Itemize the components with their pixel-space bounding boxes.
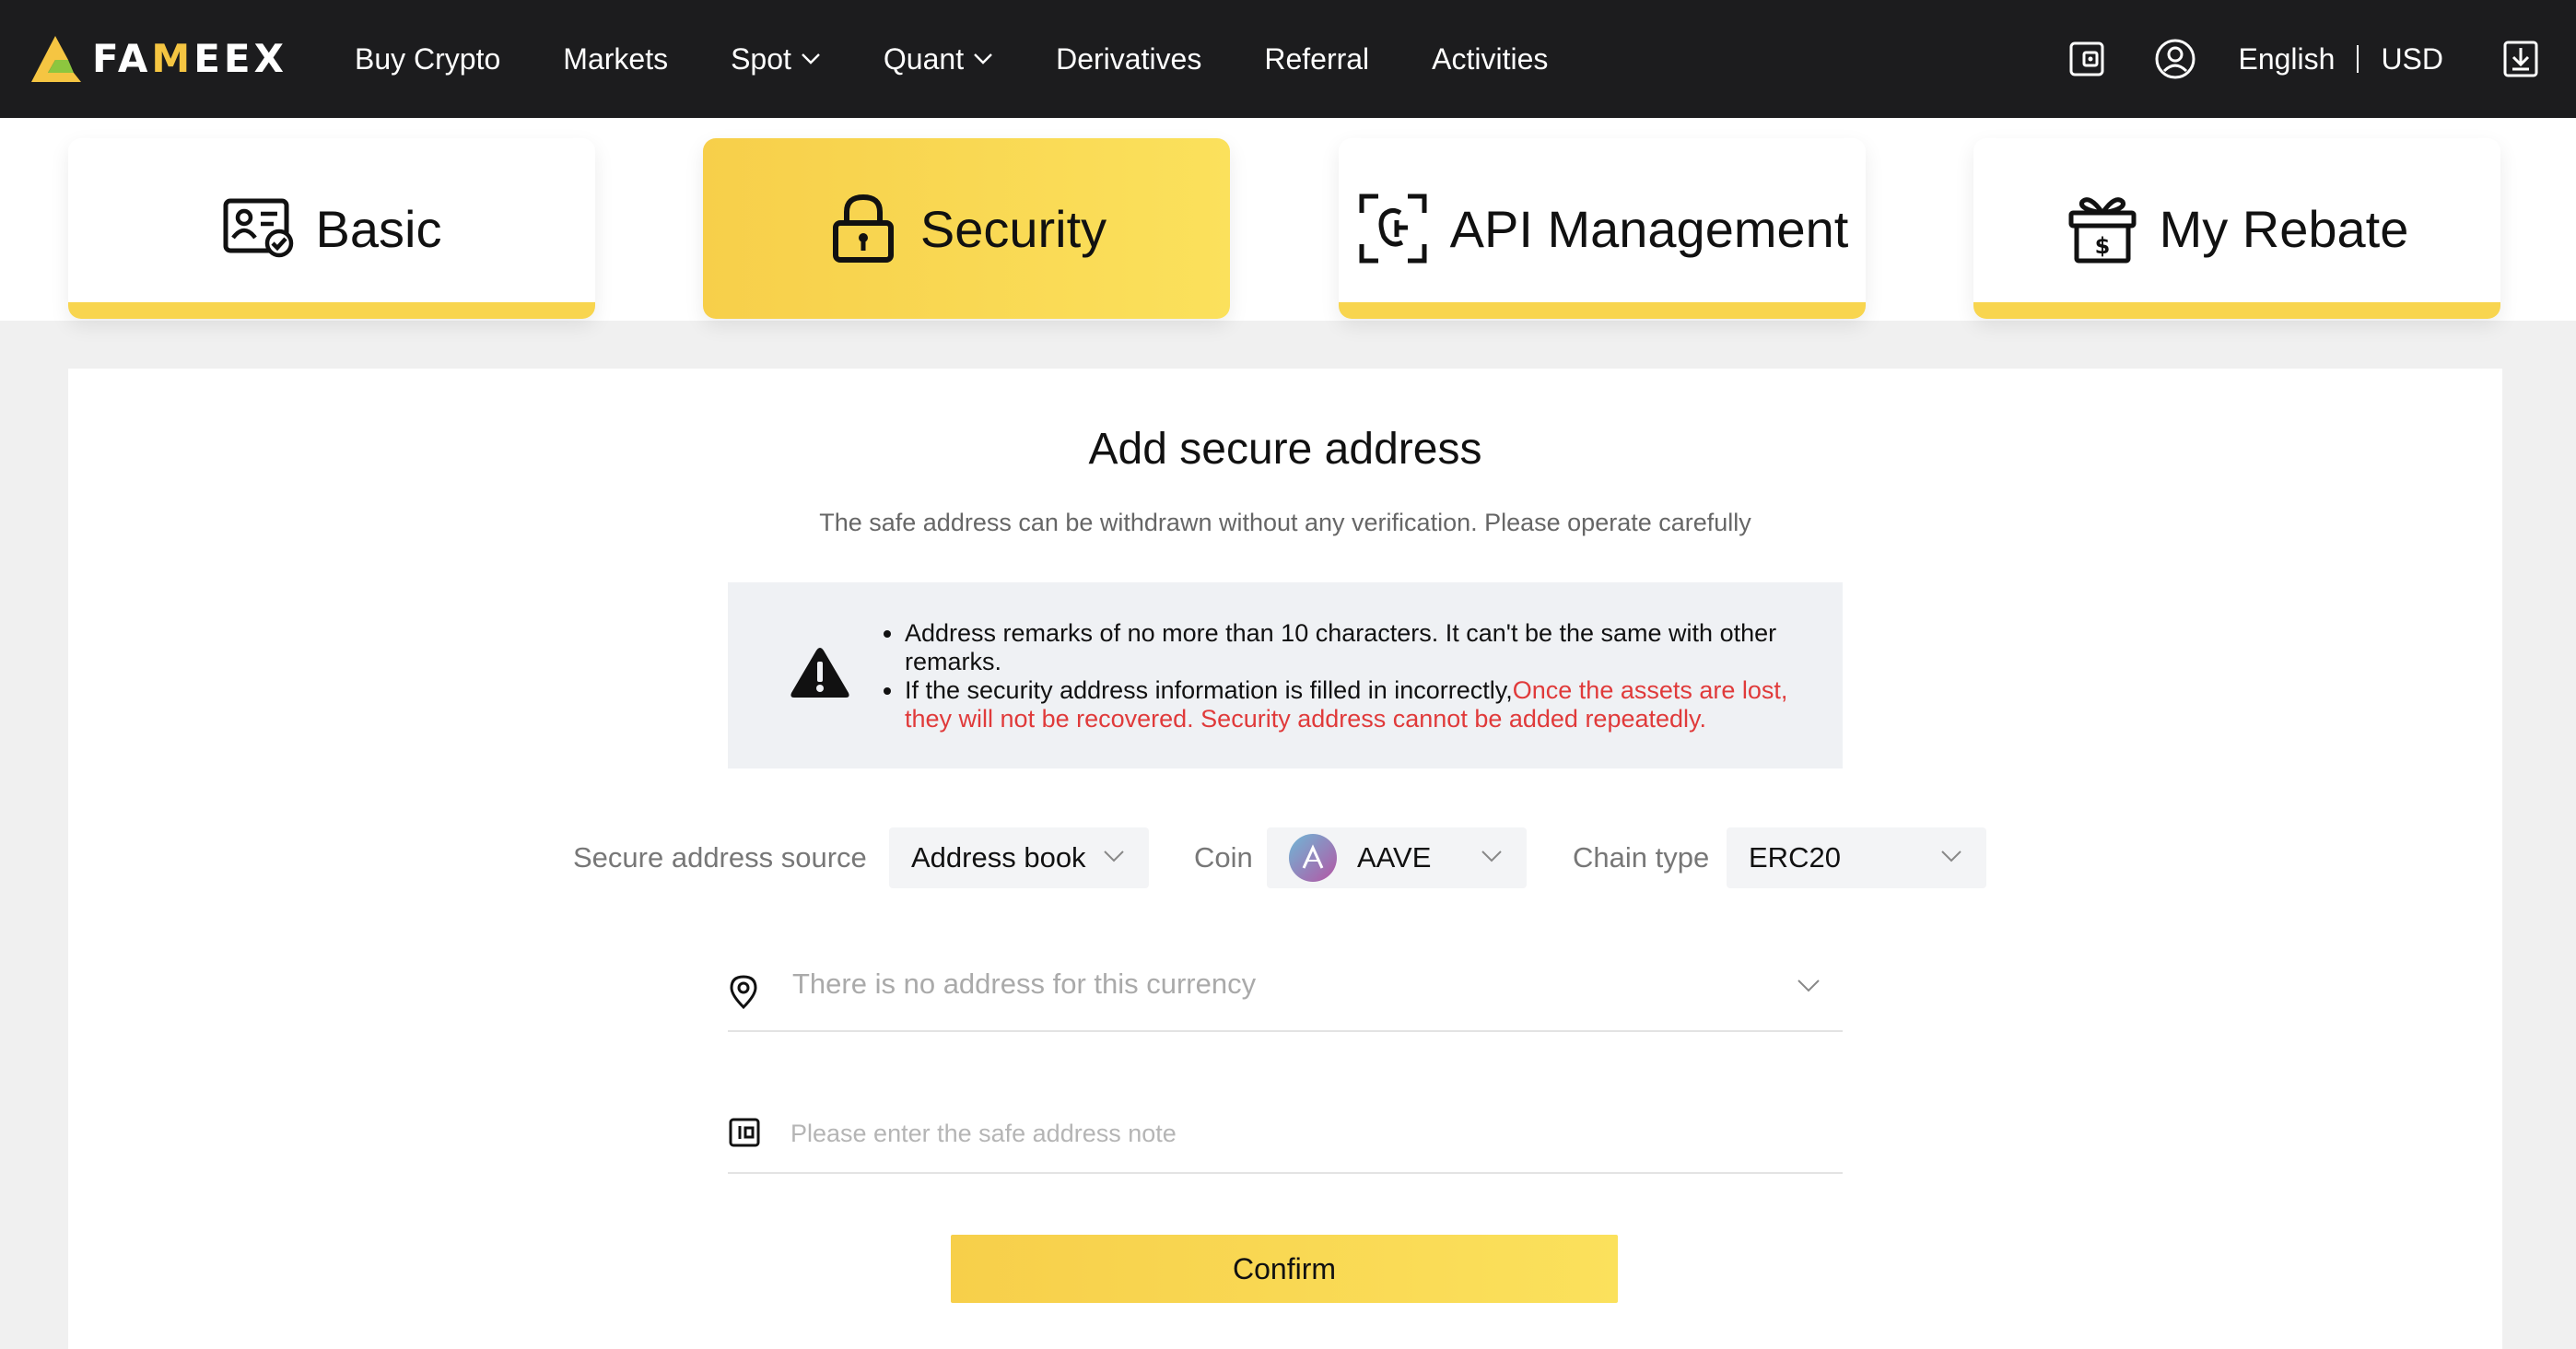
tab-my-rebate[interactable]: $ My Rebate (1973, 138, 2500, 319)
source-select[interactable]: Address book (889, 827, 1149, 888)
logo-mark-icon (31, 36, 81, 82)
source-value: Address book (911, 841, 1086, 874)
gift-icon: $ (2066, 192, 2139, 265)
profile-button[interactable] (2153, 37, 2197, 81)
fameex-logo[interactable]: FAMEEX (28, 26, 287, 90)
logo-text: FAMEEX (92, 35, 287, 81)
source-label: Secure address source (573, 841, 867, 874)
add-secure-address-card: Add secure address The safe address can … (68, 369, 2502, 1349)
nav-referral[interactable]: Referral (1264, 42, 1369, 76)
account-menu: English USD (2065, 0, 2543, 118)
currency-selector[interactable]: USD (2381, 42, 2443, 76)
chevron-down-icon (802, 53, 820, 65)
chain-type-value: ERC20 (1749, 841, 1841, 874)
main-menu: Buy Crypto Markets Spot Quant Derivative… (355, 0, 1610, 118)
page-subtitle: The safe address can be withdrawn withou… (819, 509, 1751, 536)
tab-basic[interactable]: Basic (68, 138, 595, 319)
chevron-down-icon (1104, 850, 1124, 862)
note-field-row (728, 1087, 1843, 1174)
chevron-down-icon (1941, 850, 1961, 862)
chevron-down-icon (1797, 979, 1820, 992)
nav-markets[interactable]: Markets (563, 42, 668, 76)
coin-value: AAVE (1357, 841, 1432, 874)
tab-security[interactable]: Security (703, 138, 1230, 319)
confirm-button[interactable]: Confirm (951, 1235, 1618, 1303)
id-card-icon (222, 192, 296, 265)
aave-coin-icon (1289, 834, 1337, 882)
svg-text:$: $ (2094, 233, 2110, 259)
coin-select[interactable]: AAVE (1267, 827, 1527, 888)
tab-label: My Rebate (2159, 199, 2409, 258)
tab-underline (1339, 302, 1866, 319)
notice-item: Address remarks of no more than 10 chara… (905, 619, 1817, 676)
notice-item: If the security address information is f… (905, 676, 1817, 733)
user-icon (2155, 39, 2195, 79)
warning-notice: Address remarks of no more than 10 chara… (728, 582, 1843, 768)
download-icon (2503, 41, 2538, 77)
coin-label: Coin (1194, 841, 1253, 874)
warning-icon (790, 648, 849, 698)
account-tabs: Basic Security API Management $ My Rebat… (0, 118, 2576, 321)
download-button[interactable] (2499, 37, 2543, 81)
tab-label: Security (919, 199, 1107, 258)
nav-spot[interactable]: Spot (731, 42, 821, 76)
location-pin-icon (730, 975, 757, 1010)
address-options-row: Secure address source Address book Coin … (68, 827, 2502, 888)
notice-list: Address remarks of no more than 10 chara… (886, 619, 1817, 733)
note-icon (729, 1118, 760, 1147)
tab-underline (68, 302, 595, 319)
wallet-icon (2069, 41, 2104, 76)
lock-icon (826, 192, 900, 265)
address-note-input[interactable] (789, 1109, 1806, 1157)
nav-derivatives[interactable]: Derivatives (1056, 42, 1201, 76)
nav-quant[interactable]: Quant (884, 42, 993, 76)
chain-type-select[interactable]: ERC20 (1727, 827, 1986, 888)
divider (2357, 45, 2359, 73)
nav-activities[interactable]: Activities (1432, 42, 1548, 76)
chevron-down-icon (1481, 850, 1502, 862)
address-select[interactable]: There is no address for this currency (728, 920, 1843, 1032)
wallet-button[interactable] (2065, 37, 2109, 81)
top-navigation-bar: FAMEEX Buy Crypto Markets Spot Quant Der… (0, 0, 2576, 118)
address-placeholder: There is no address for this currency (792, 968, 1257, 1000)
tab-label: Basic (315, 199, 442, 258)
nav-buy-crypto[interactable]: Buy Crypto (355, 42, 500, 76)
chevron-down-icon (974, 53, 992, 65)
chain-type-label: Chain type (1573, 841, 1710, 874)
tab-api-management[interactable]: API Management (1339, 138, 1866, 319)
language-selector[interactable]: English (2238, 42, 2335, 76)
tab-underline (1973, 302, 2500, 319)
api-icon (1356, 192, 1430, 265)
tab-label: API Management (1449, 199, 1849, 258)
page-title: Add secure address (1088, 425, 1482, 474)
